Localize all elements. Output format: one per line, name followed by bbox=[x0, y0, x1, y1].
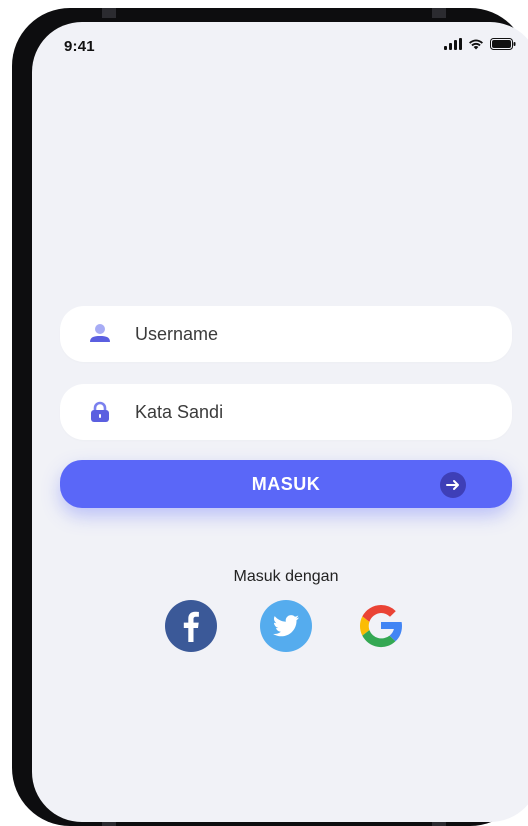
twitter-login-button[interactable] bbox=[260, 600, 312, 652]
username-field[interactable] bbox=[60, 306, 512, 362]
wifi-icon bbox=[468, 37, 484, 55]
login-button[interactable]: MASUK bbox=[60, 460, 512, 508]
google-icon bbox=[355, 605, 407, 656]
frame-side-tab bbox=[432, 8, 446, 18]
facebook-login-button[interactable] bbox=[165, 600, 217, 652]
status-icons bbox=[444, 37, 516, 55]
social-login-label: Masuk dengan bbox=[233, 568, 339, 585]
facebook-icon bbox=[165, 600, 217, 656]
password-input[interactable] bbox=[133, 400, 497, 424]
frame-side-tab bbox=[102, 8, 116, 18]
twitter-icon bbox=[260, 600, 312, 656]
signal-icon bbox=[444, 37, 462, 55]
status-time: 9:41 bbox=[64, 38, 95, 55]
app-screen: 9:41 Username MASUK Masuk dengan bbox=[32, 22, 528, 822]
password-field[interactable] bbox=[60, 384, 512, 440]
battery-icon bbox=[490, 37, 516, 55]
lock-icon bbox=[87, 399, 113, 425]
username-input[interactable] bbox=[133, 322, 497, 346]
user-icon bbox=[87, 321, 113, 347]
phone-frame: 9:41 Username MASUK Masuk dengan bbox=[12, 8, 528, 826]
google-login-button[interactable] bbox=[355, 600, 407, 652]
arrow-right-icon bbox=[440, 472, 466, 498]
